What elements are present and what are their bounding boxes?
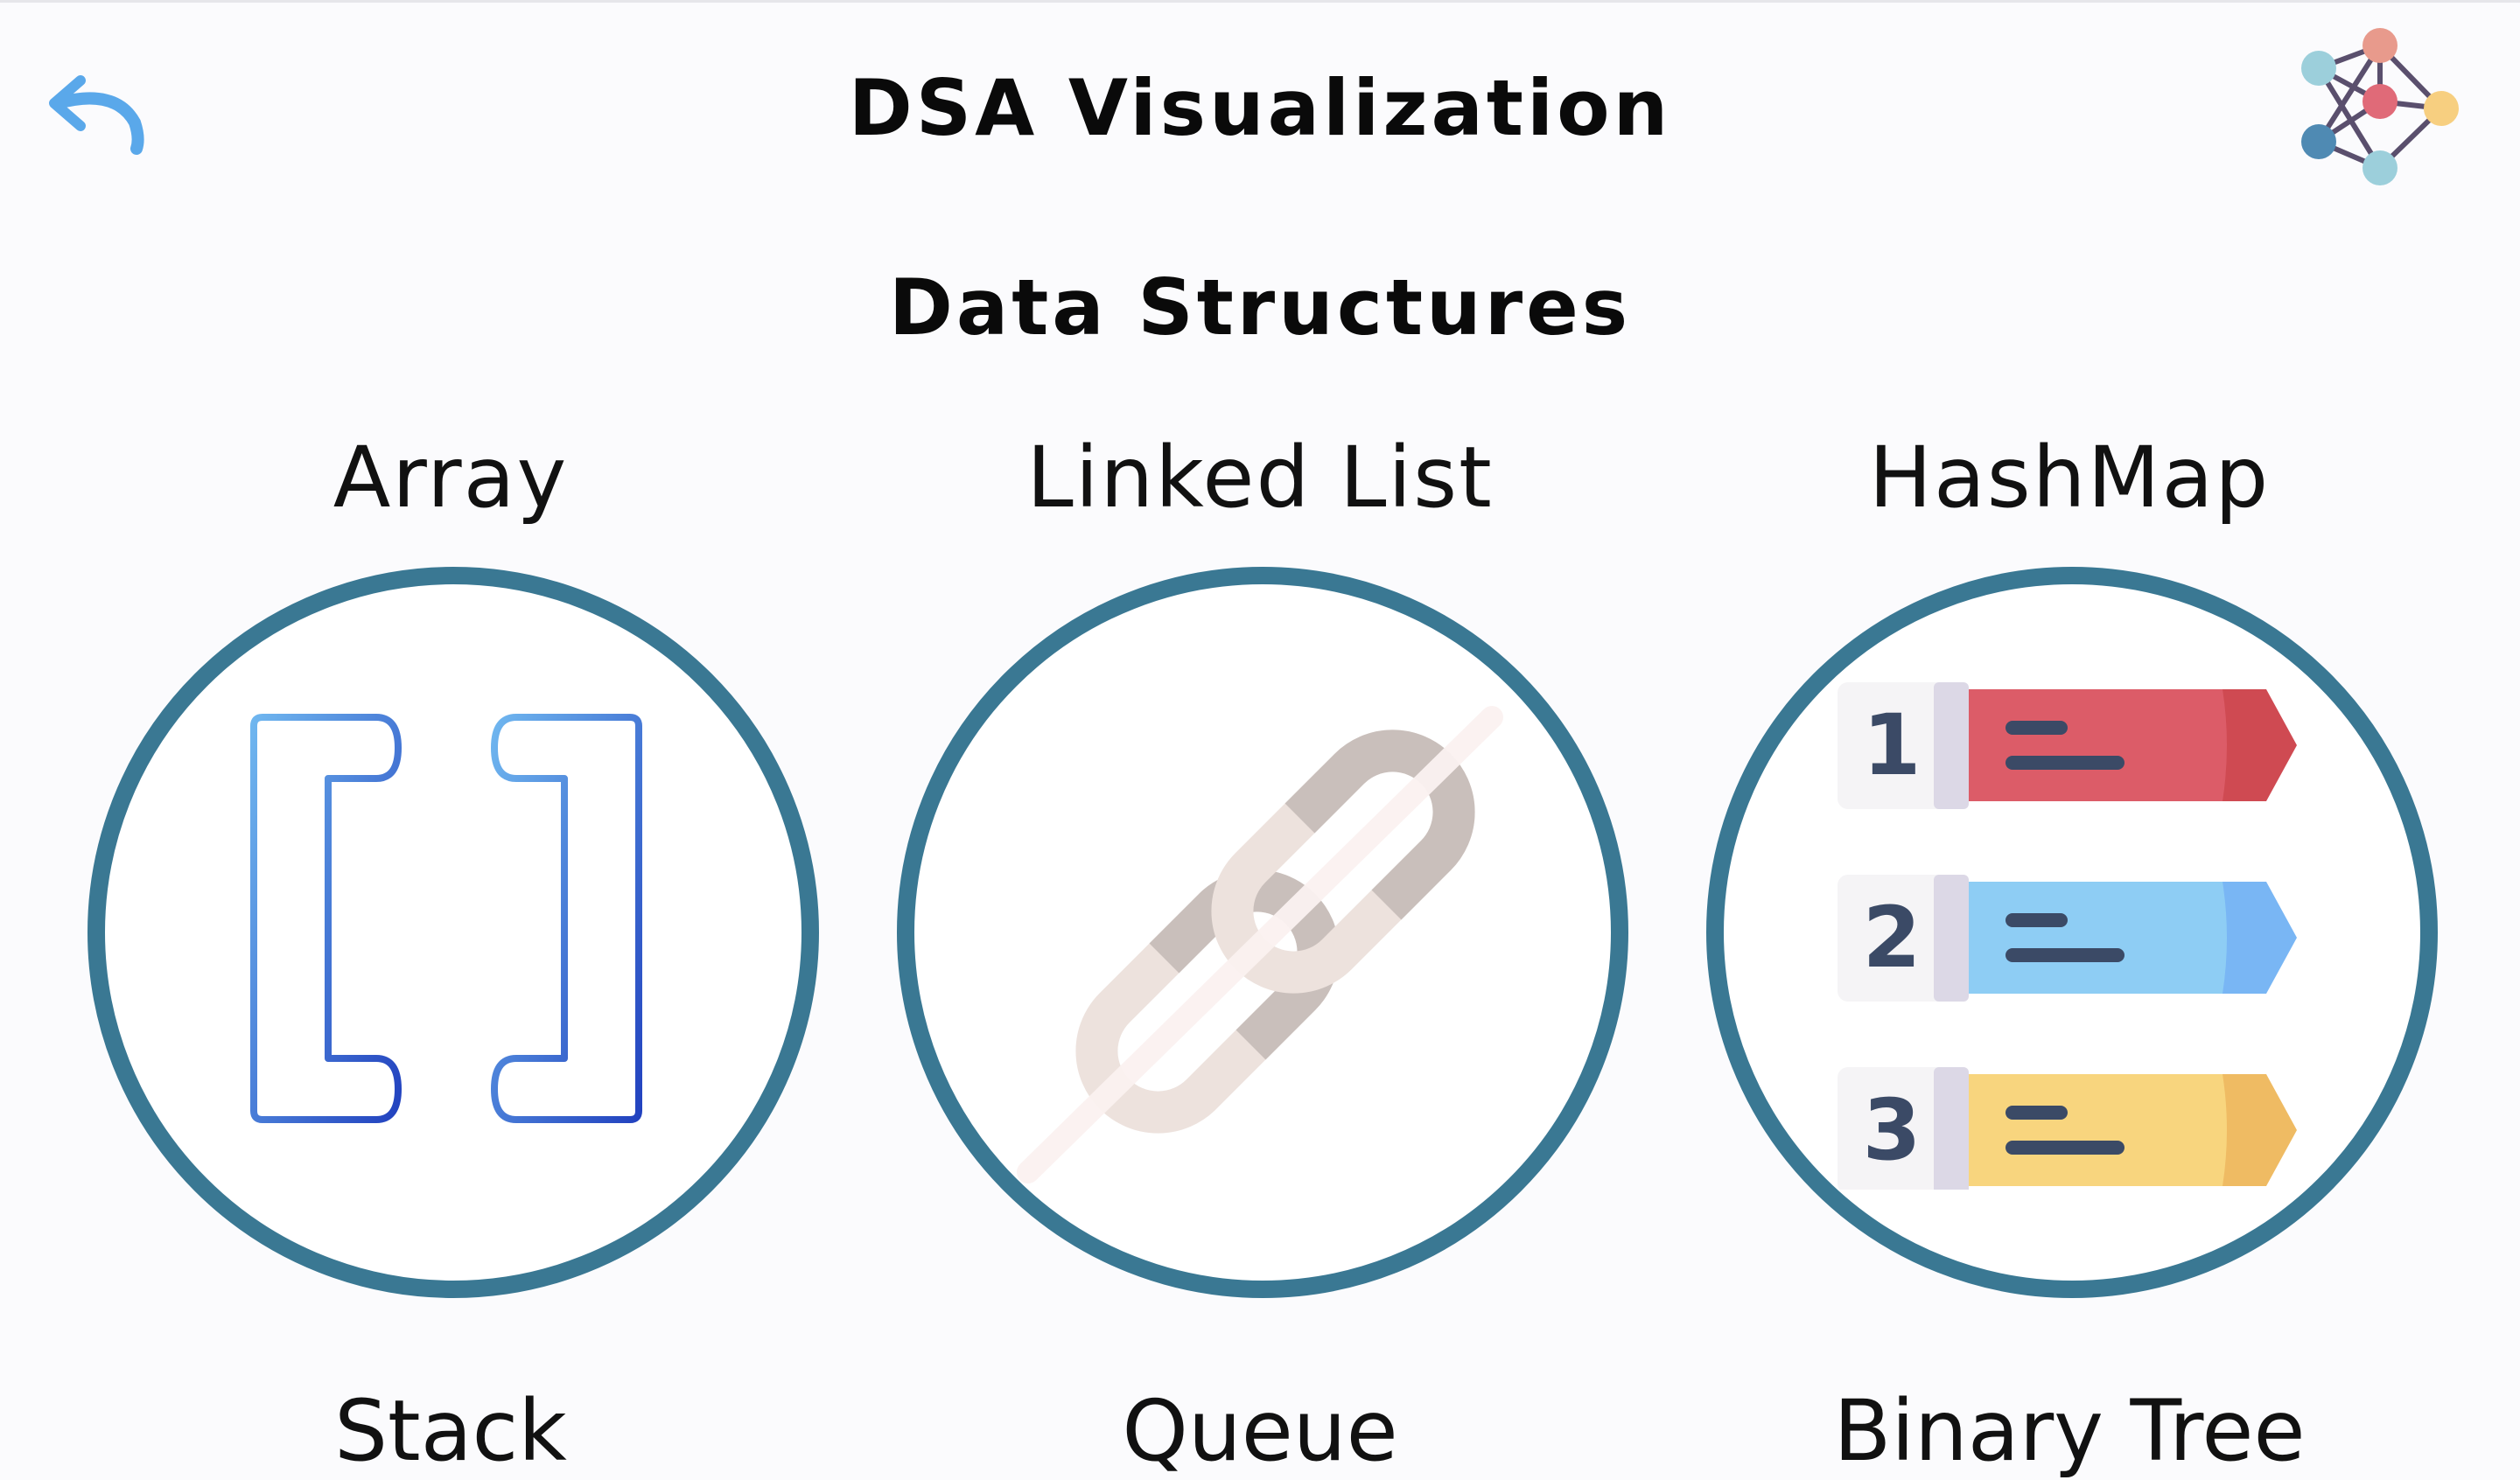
chain-icon [1017, 706, 1503, 1183]
row-number: 2 [1863, 889, 1922, 987]
row-number: 1 [1863, 696, 1922, 794]
list-row-3: 3 [1838, 1067, 2297, 1190]
card-linked-list[interactable]: Linked List [897, 429, 1628, 1303]
card-label-queue[interactable]: Queue [897, 1382, 1623, 1480]
app-logo[interactable] [2284, 21, 2468, 196]
card-hashmap[interactable]: HashMap 1 2 3 [1706, 429, 2438, 1303]
card-label: Array [332, 429, 569, 527]
row-number: 3 [1863, 1081, 1922, 1179]
top-divider [0, 0, 2520, 3]
network-graph-logo-icon [2301, 28, 2459, 185]
list-row-2: 2 [1838, 875, 2297, 1002]
brackets-icon [250, 714, 642, 1123]
section-title: Data Structures [888, 262, 1632, 353]
numbered-list-icon: 1 2 3 [1838, 682, 2297, 1190]
card-label-stack[interactable]: Stack [88, 1382, 814, 1480]
card-label: Linked List [1026, 429, 1494, 527]
card-label-binary-tree[interactable]: Binary Tree [1706, 1382, 2432, 1480]
list-row-1: 1 [1838, 682, 2297, 809]
card-label: HashMap [1868, 429, 2271, 527]
card-array[interactable]: Array [88, 429, 819, 1303]
app-title: DSA Visualization [848, 63, 1672, 153]
